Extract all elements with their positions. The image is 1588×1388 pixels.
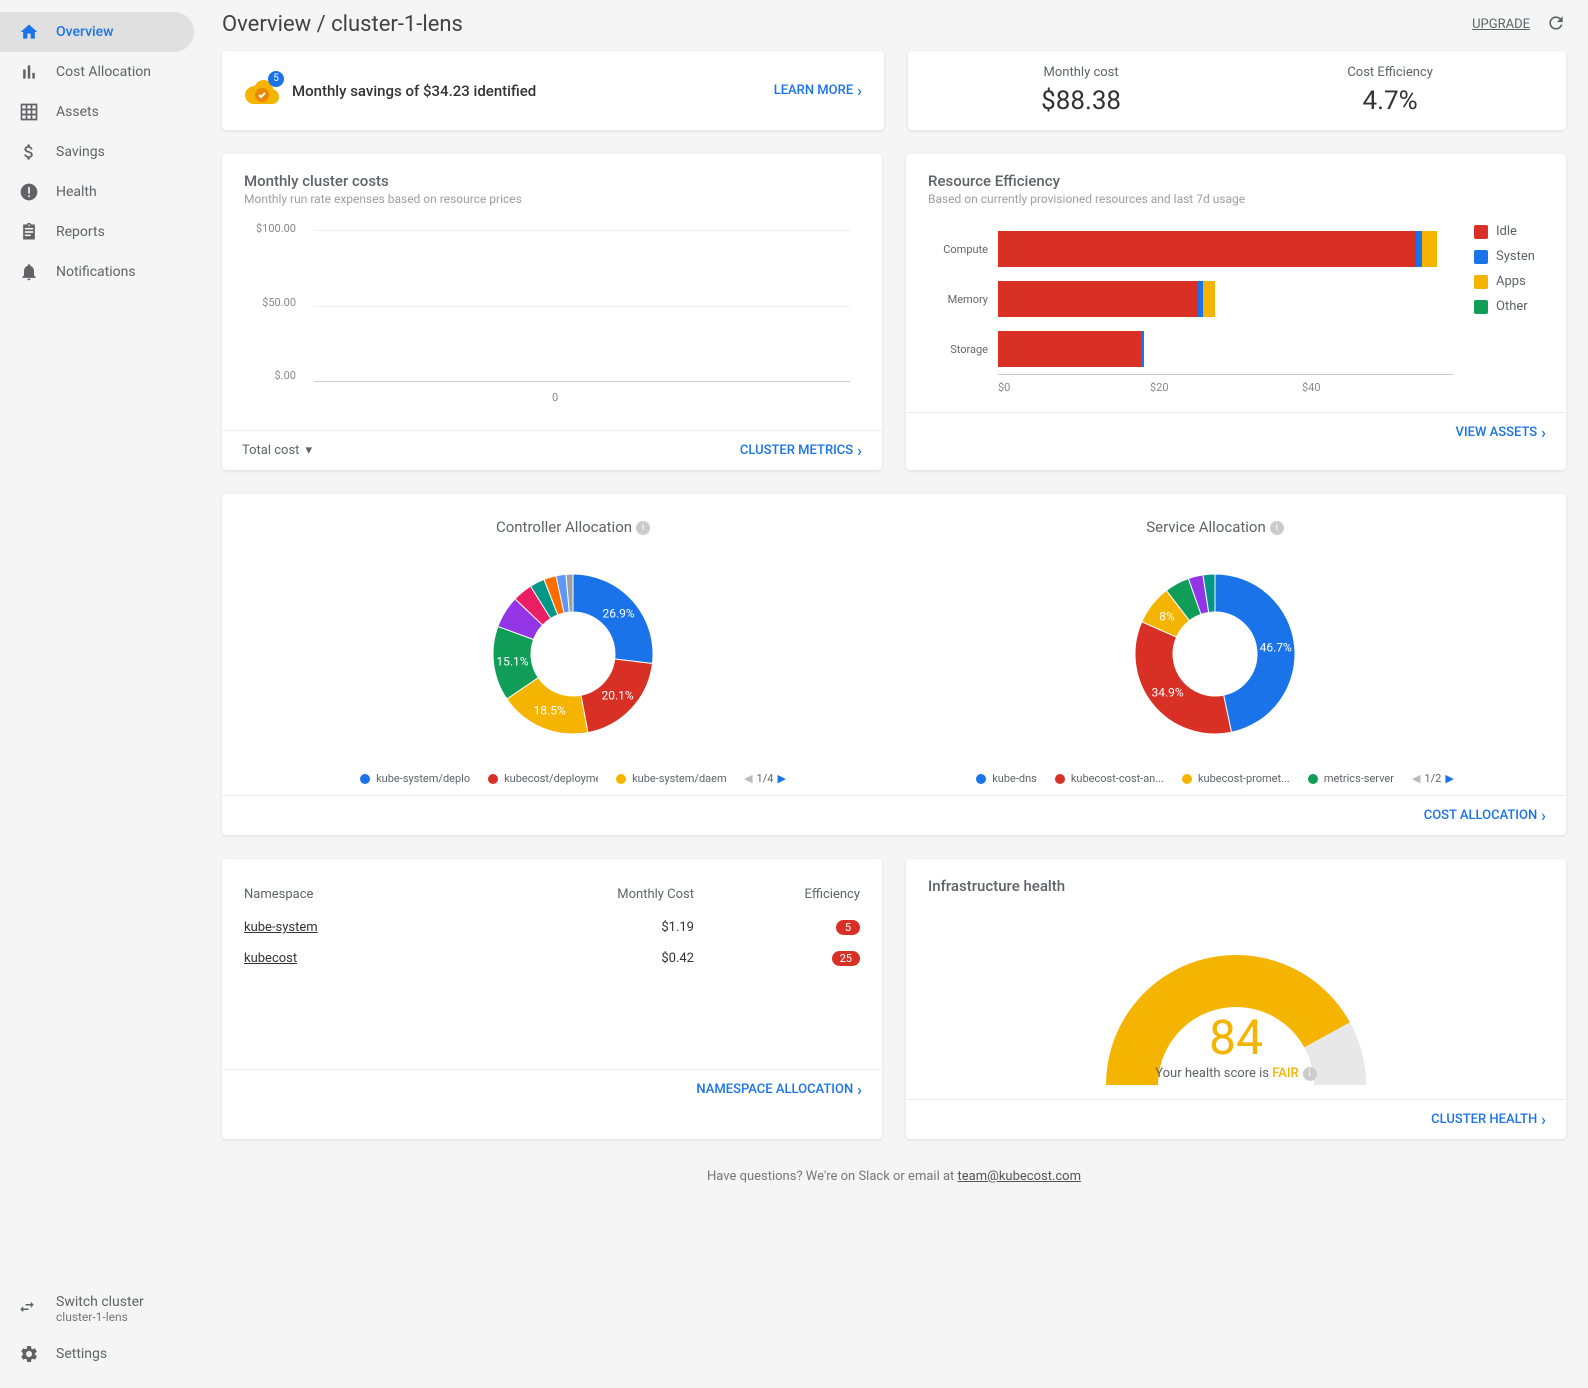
controller-alloc-title: Controller Allocationi [252,518,894,536]
sidebar-item-cost-allocation[interactable]: Cost Allocation [0,52,194,92]
namespace-allocation-link[interactable]: NAMESPACE ALLOCATION› [696,1080,862,1099]
grid-icon [18,102,40,122]
chevron-right-icon: › [1541,806,1546,825]
allocations-card: Controller Allocationi 26.9% 20.1% 18.5% 15… [222,494,1566,835]
sidebar-item-reports[interactable]: Reports [0,212,194,252]
table-row[interactable]: kubecost$0.42 25 [244,943,860,974]
pager-next[interactable]: ▶ [1445,772,1453,785]
upgrade-link[interactable]: UPGRADE [1472,17,1530,32]
service-donut-chart: 46.7% 34.9% 8% [1115,554,1315,754]
sidebar-item-notifications[interactable]: Notifications [0,252,194,292]
cluster-health-link[interactable]: CLUSTER HEALTH› [1431,1110,1546,1129]
sidebar-item-assets[interactable]: Assets [0,92,194,132]
table-row[interactable]: kube-system$1.19 5 [244,912,860,943]
chevron-right-icon: › [1541,423,1546,442]
cluster-costs-title: Monthly cluster costs [244,172,860,190]
chevron-right-icon: › [857,1080,862,1099]
svg-text:46.7%: 46.7% [1260,641,1292,655]
svg-text:8%: 8% [1159,609,1175,623]
sidebar-item-overview[interactable]: Overview [0,12,194,52]
namespace-table-card: Namespace Monthly Cost Efficiency kube-s… [222,859,882,1139]
monthly-cost-label: Monthly cost [1041,65,1121,80]
cluster-costs-subtitle: Monthly run rate expenses based on resou… [244,192,860,206]
resource-eff-subtitle: Based on currently provisioned resources… [928,192,1544,206]
namespace-table: Namespace Monthly Cost Efficiency kube-s… [244,877,860,974]
gear-icon [18,1344,40,1364]
caret-down-icon: ▾ [305,443,312,458]
page-footer: Have questions? We're on Slack or email … [222,1169,1566,1184]
sidebar-label: Health [56,184,97,200]
info-icon[interactable]: i [1270,521,1284,535]
alert-circle-icon [18,182,40,202]
svg-text:26.9%: 26.9% [603,607,635,621]
chevron-right-icon: › [1541,1110,1546,1129]
home-icon [18,22,40,42]
resource-eff-chart: ComputeMemoryStorage$0$20$40 IdleSystenA… [928,224,1544,394]
info-icon[interactable]: i [636,521,650,535]
chevron-right-icon: › [857,81,862,100]
sidebar-item-savings[interactable]: Savings [0,132,194,172]
sidebar-label: Cost Allocation [56,64,151,80]
sidebar-label: Assets [56,104,99,120]
monthly-cost-value: $88.38 [1041,86,1121,116]
savings-card: 5 Monthly savings of $34.23 identified L… [222,51,884,130]
switch-cluster-sub: cluster-1-lens [56,1310,144,1324]
eff-badge: 5 [836,920,860,935]
kpi-card: Monthly cost $88.38 Cost Efficiency 4.7% [908,51,1566,130]
resource-efficiency-card: Resource Efficiency Based on currently p… [906,154,1566,470]
sidebar-label: Settings [56,1346,107,1362]
ns-cell[interactable]: kube-system [244,912,464,943]
view-assets-link[interactable]: VIEW ASSETS› [1456,423,1546,442]
resource-eff-title: Resource Efficiency [928,172,1544,190]
controller-donut-chart: 26.9% 20.1% 18.5% 15.1% [473,554,673,754]
pager-prev[interactable]: ◀ [1412,772,1420,785]
svg-text:18.5%: 18.5% [534,703,566,717]
infra-health-title: Infrastructure health [928,877,1544,895]
service-alloc-title: Service Allocationi [894,518,1536,536]
sidebar-item-settings[interactable]: Settings [0,1334,194,1374]
pager-prev[interactable]: ◀ [744,772,752,785]
switch-cluster-label: Switch cluster [56,1294,144,1310]
sidebar-label: Overview [56,24,113,40]
sidebar-item-health[interactable]: Health [0,172,194,212]
cloud-check-icon: 5 [244,77,280,105]
sidebar-label: Reports [56,224,105,240]
refresh-icon[interactable] [1546,13,1566,37]
svg-text:20.1%: 20.1% [602,689,634,703]
health-text: Your health score is FAIRi [928,1066,1544,1081]
sidebar-label: Savings [56,144,105,160]
efficiency-value: 4.7% [1347,86,1433,116]
footer-email-link[interactable]: team@kubecost.com [958,1169,1081,1184]
cost-cell: $0.42 [464,943,694,974]
cluster-costs-card: Monthly cluster costs Monthly run rate e… [222,154,882,470]
savings-badge: 5 [268,71,284,87]
breadcrumb: Overview / cluster-1-lens [222,12,463,37]
cost-allocation-link[interactable]: COST ALLOCATION› [1424,806,1546,825]
switch-cluster[interactable]: Switch cluster cluster-1-lens [0,1284,200,1334]
cost-cell: $1.19 [464,912,694,943]
efficiency-label: Cost Efficiency [1347,65,1433,80]
learn-more-link[interactable]: LEARN MORE› [774,81,862,100]
eff-badge: 25 [832,951,860,966]
ns-cell[interactable]: kubecost [244,943,464,974]
sidebar-nav: Overview Cost Allocation Assets Savings … [0,12,200,1284]
svg-text:34.9%: 34.9% [1152,685,1184,699]
swap-icon [18,1298,40,1320]
clipboard-icon [18,222,40,242]
bell-icon [18,262,40,282]
pager-next[interactable]: ▶ [777,772,785,785]
chevron-right-icon: › [857,441,862,460]
svg-text:15.1%: 15.1% [496,654,528,668]
cluster-metrics-link[interactable]: CLUSTER METRICS› [740,441,862,460]
savings-text: Monthly savings of $34.23 identified [292,82,536,100]
bar-chart-icon [18,62,40,82]
sidebar-label: Notifications [56,264,136,280]
infra-health-card: Infrastructure health 84 Your health sco… [906,859,1566,1139]
dollar-icon [18,142,40,162]
total-cost-dropdown[interactable]: Total cost▾ [242,443,312,458]
health-score: 84 [928,1009,1544,1066]
cluster-costs-chart: $100.00 $50.00 $.00 0 [244,222,860,412]
info-icon[interactable]: i [1303,1067,1317,1081]
